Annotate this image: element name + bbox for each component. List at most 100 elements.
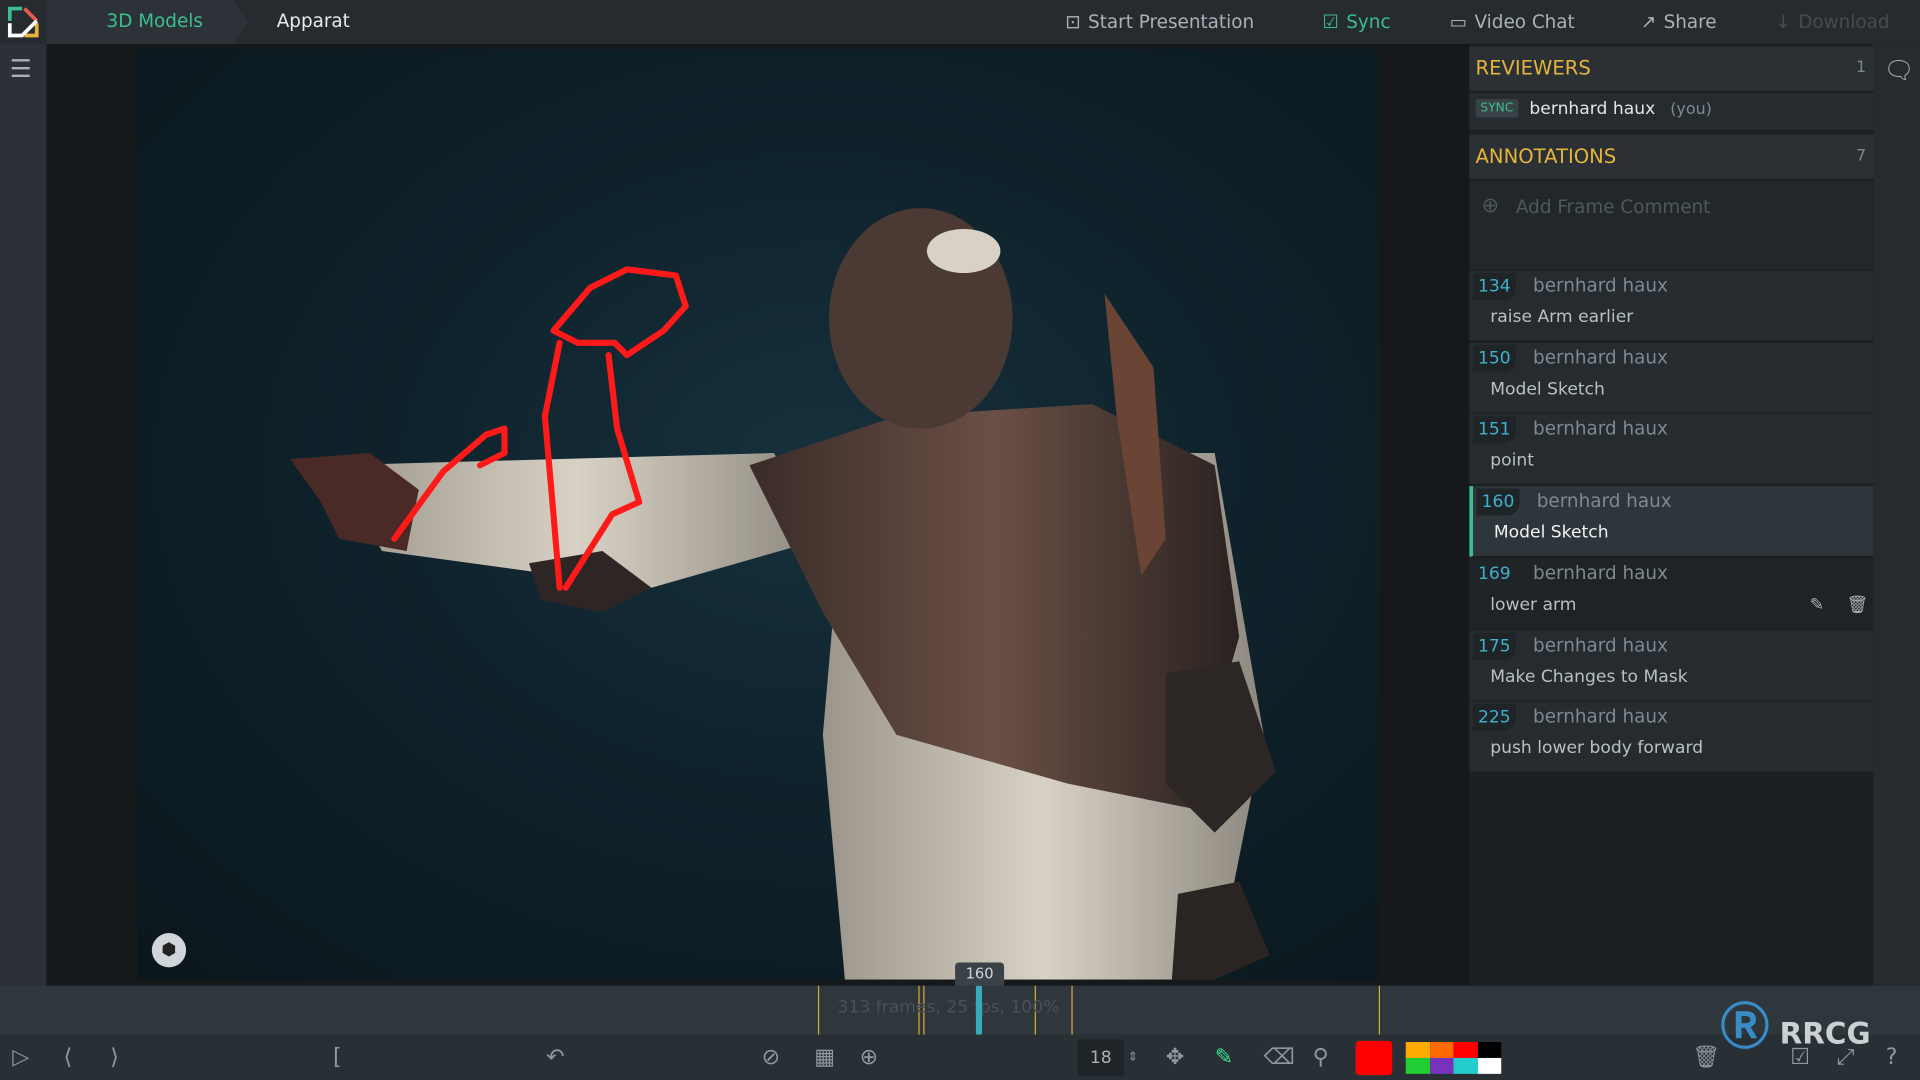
palette-swatch[interactable] [1477, 1042, 1502, 1058]
reviewers-count: 1 [1855, 58, 1867, 78]
palette-swatch[interactable] [1405, 1042, 1430, 1058]
reviewer-name: bernhard haux [1529, 99, 1656, 119]
move-icon[interactable]: ✥ [1166, 1035, 1184, 1080]
author: bernhard haux [1533, 633, 1668, 656]
trash-icon[interactable]: 🗑 [1692, 1035, 1720, 1080]
label: Sync [1346, 11, 1391, 34]
placeholder: Add Frame Comment [1515, 195, 1711, 218]
grid-icon[interactable]: ▦ [814, 1035, 835, 1080]
comment-text: Make Changes to Mask [1490, 666, 1688, 687]
add-icon: ⊕ [1481, 193, 1500, 218]
label: Video Chat [1474, 11, 1575, 34]
comment-text: lower arm [1490, 594, 1577, 615]
brush-size-stepper[interactable]: 18 [1077, 1039, 1125, 1077]
palette-swatch[interactable] [1405, 1057, 1430, 1074]
color-palette[interactable] [1405, 1042, 1502, 1074]
pencil-icon[interactable]: ✎ [1215, 1035, 1233, 1080]
author: bernhard haux [1533, 561, 1668, 584]
author: bernhard haux [1533, 346, 1668, 369]
checkbox-icon: ☑ [1322, 11, 1339, 34]
prev-annotation-icon[interactable]: ⟨ [64, 1035, 73, 1080]
help-icon[interactable]: ? [1886, 1035, 1898, 1080]
annotation-marker[interactable] [817, 985, 820, 1035]
app-logo[interactable] [5, 4, 42, 41]
annotation-item[interactable]: 151 bernhard haux point [1469, 414, 1874, 486]
comment-text: Model Sketch [1490, 379, 1605, 399]
reviewers-header: REVIEWERS 1 [1469, 46, 1874, 91]
palette-swatch[interactable] [1429, 1057, 1454, 1074]
start-presentation-button[interactable]: ⊡ Start Presentation [1065, 0, 1254, 44]
undo-icon[interactable]: ↶ [546, 1035, 564, 1080]
stepper-arrows-icon[interactable]: ⇕ [1128, 1035, 1138, 1080]
right-strip: 🗨 [1873, 44, 1920, 986]
sync-badge: SYNC [1475, 99, 1519, 118]
edit-icon[interactable]: ✎ [1810, 595, 1824, 615]
annotation-item[interactable]: 134 bernhard haux raise Arm earlier [1469, 270, 1874, 342]
in-point-icon[interactable]: [ [333, 1035, 342, 1080]
right-panel: REVIEWERS 1 SYNC bernhard haux (you) ANNO… [1469, 44, 1874, 986]
annotation-item[interactable]: 225 bernhard haux push lower body forward [1469, 701, 1874, 773]
comments-icon[interactable]: 🗨 [1883, 55, 1914, 84]
comment-text: Model Sketch [1493, 522, 1609, 543]
video-chat-button[interactable]: ▭ Video Chat [1450, 0, 1575, 44]
annotations-header: ANNOTATIONS 7 [1469, 134, 1874, 179]
label: Start Presentation [1088, 11, 1255, 34]
annotation-item[interactable]: 150 bernhard haux Model Sketch [1469, 342, 1874, 414]
sync-button[interactable]: ☑ Sync [1322, 0, 1390, 44]
palette-swatch[interactable] [1429, 1042, 1454, 1058]
author: bernhard haux [1533, 418, 1668, 441]
frame-number[interactable]: 160 [1476, 488, 1520, 516]
author: bernhard haux [1536, 489, 1672, 512]
palette-swatch[interactable] [1453, 1042, 1478, 1058]
author: bernhard haux [1533, 274, 1668, 297]
annotation-item[interactable]: 160 bernhard haux Model Sketch [1469, 486, 1874, 558]
frame-number[interactable]: 175 [1473, 632, 1516, 660]
next-annotation-icon[interactable]: ⟩ [110, 1035, 119, 1080]
add-frame-comment-input[interactable]: ⊕ Add Frame Comment [1469, 181, 1874, 270]
comment-text: push lower body forward [1490, 738, 1704, 759]
reviewer-you: (you) [1670, 100, 1712, 119]
annotation-marker[interactable] [1071, 985, 1073, 1035]
author: bernhard haux [1533, 705, 1668, 728]
frame-number[interactable]: 150 [1473, 344, 1516, 372]
zoom-icon[interactable]: ⊕ [860, 1035, 878, 1080]
left-strip: ☰ [0, 44, 47, 986]
watermark-logo: Ⓡ RRCG [1720, 999, 1871, 1056]
frame-number[interactable]: 225 [1473, 704, 1516, 732]
frame-number[interactable]: 134 [1473, 273, 1516, 301]
playhead[interactable] [975, 985, 983, 1035]
sketch-annotation [391, 266, 689, 591]
share-icon: ↗ [1640, 11, 1657, 34]
top-bar: 3D Models Apparat ⊡ Start Presentation ☑ S… [0, 0, 1920, 45]
active-color-swatch[interactable] [1355, 1040, 1393, 1076]
hide-annotations-icon[interactable]: ⊘ [762, 1035, 780, 1080]
breadcrumb-apparat: Apparat [276, 9, 350, 32]
eraser-icon[interactable]: ⌫ [1264, 1035, 1295, 1080]
bottom-toolbar: ▷ ⟨ ⟩ [ ↶ ⊘ ▦ ⊕ 18 ⇕ ✥ ✎ ⌫ ⚲ 🗑 ☑ ⤢ ? [0, 1034, 1920, 1080]
breadcrumb-3d-models[interactable]: 3D Models [107, 0, 203, 44]
eyedropper-icon[interactable]: ⚲ [1313, 1035, 1329, 1080]
label: Share [1663, 11, 1717, 34]
timeline[interactable]: 313 frames, 25 fps, 100% [0, 985, 1920, 1035]
annotation-item[interactable]: 175 bernhard haux Make Changes to Mask [1469, 630, 1874, 702]
comment-text: raise Arm earlier [1490, 307, 1634, 327]
annotations-title: ANNOTATIONS [1475, 144, 1617, 168]
download-button[interactable]: ↓ Download [1776, 0, 1890, 44]
share-button[interactable]: ↗ Share [1641, 0, 1717, 44]
list-icon[interactable]: ☰ [10, 54, 32, 83]
annotation-marker[interactable] [1378, 985, 1381, 1035]
timeline-info: 313 frames, 25 fps, 100% [837, 997, 1060, 1018]
comment-text: point [1490, 451, 1534, 471]
frame-number[interactable]: 169 [1473, 560, 1516, 588]
frame-number[interactable]: 151 [1473, 416, 1516, 444]
view-cube-icon[interactable]: ⬢ [151, 933, 187, 968]
download-icon: ↓ [1775, 11, 1791, 34]
annotation-item[interactable]: 169 bernhard haux lower arm ✎ 🗑 [1469, 558, 1874, 630]
3d-model-view[interactable]: ⬢ [137, 48, 1379, 980]
presentation-icon: ⊡ [1065, 11, 1081, 34]
video-icon: ▭ [1449, 11, 1468, 34]
palette-swatch[interactable] [1477, 1057, 1502, 1074]
play-icon[interactable]: ▷ [12, 1035, 29, 1080]
delete-icon[interactable]: 🗑 [1847, 595, 1869, 615]
palette-swatch[interactable] [1453, 1057, 1478, 1074]
